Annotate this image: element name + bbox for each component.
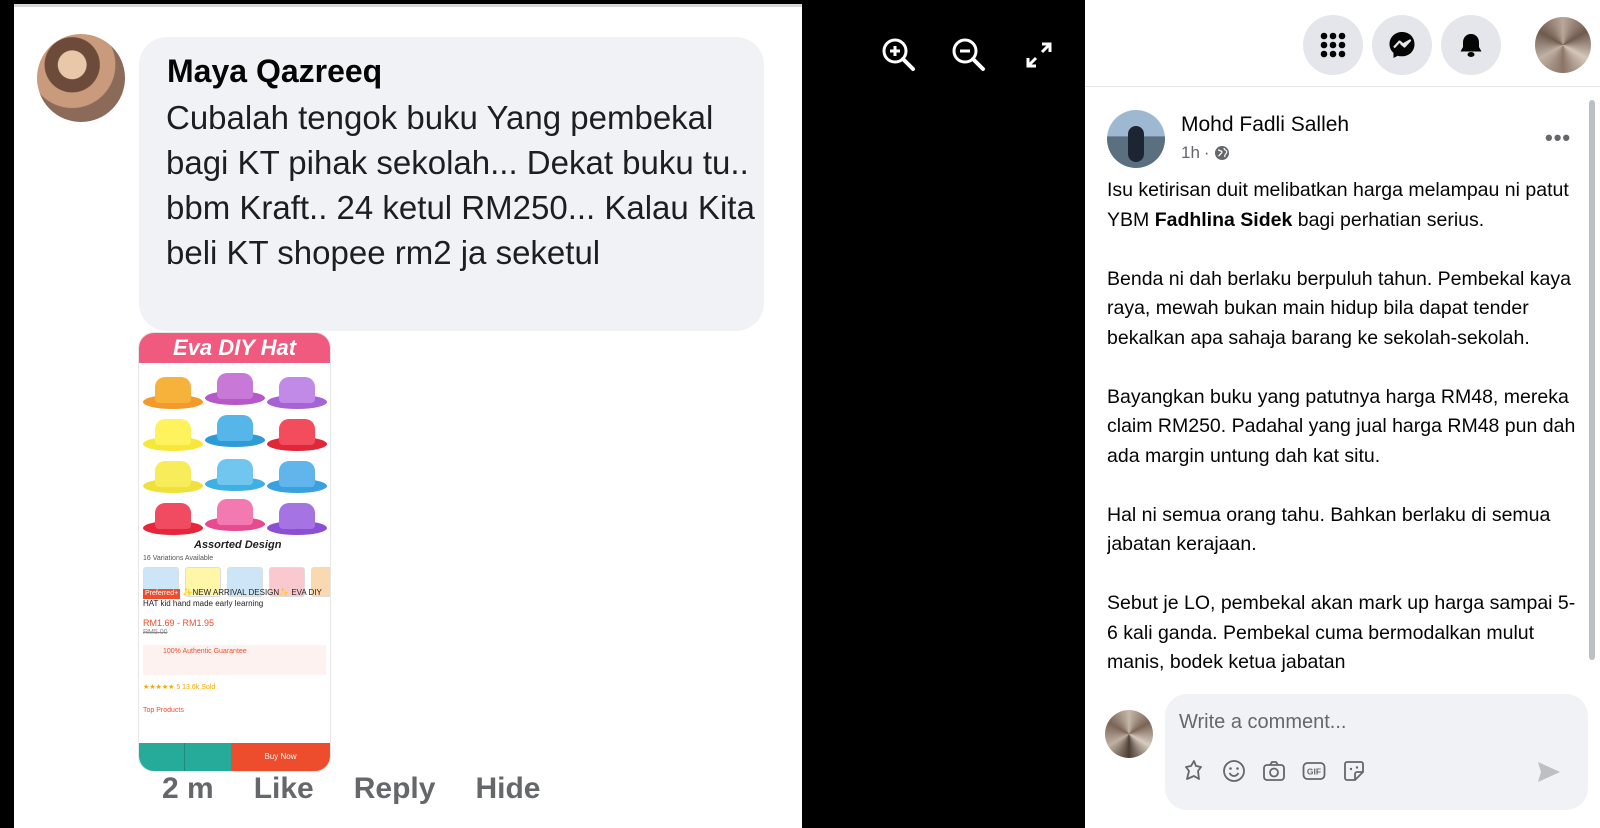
more-options-icon[interactable]: •••: [1545, 125, 1571, 151]
shot-variations: 16 Variations Available: [143, 555, 214, 562]
comment-bubble: Maya Qazreeq Cubalah tengok buku Yang pe…: [139, 37, 764, 331]
paragraph-text: bagi perhatian serius.: [1292, 208, 1485, 231]
hat-image: [205, 409, 265, 447]
messenger-icon: [1389, 32, 1415, 58]
hat-image: [205, 367, 265, 405]
camera-icon[interactable]: [1261, 758, 1287, 784]
shot-guarantee: 100% Authentic Guarantee: [143, 645, 326, 675]
reply-link: Reply: [353, 772, 436, 805]
post-meta: 1h ·: [1181, 143, 1230, 163]
hat-image: [205, 453, 265, 491]
current-user-avatar: [1105, 710, 1153, 758]
photo-top-edge: [14, 4, 802, 7]
svg-text:GIF: GIF: [1307, 767, 1321, 777]
hat-image: [143, 455, 203, 493]
comment-composer: GIF: [1165, 694, 1588, 810]
photo: Maya Qazreeq Cubalah tengok buku Yang pe…: [14, 4, 802, 828]
shot-top-products: Top Products: [143, 707, 184, 714]
hat-image: [267, 497, 327, 535]
comment-time: 2 m: [162, 772, 214, 805]
preferred-tag: Preferred+: [143, 589, 181, 599]
shot-banner: Eva DIY Hat: [139, 333, 330, 363]
post-time[interactable]: 1h: [1181, 143, 1200, 163]
bell-icon: [1460, 34, 1482, 57]
header-divider: [1085, 86, 1600, 87]
avatar-sticker-icon[interactable]: [1181, 758, 1207, 784]
like-link: Like: [253, 772, 314, 805]
add-to-cart-button: [185, 743, 231, 771]
post-paragraph: Isu ketirisan duit melibatkan harga mela…: [1107, 176, 1577, 235]
hat-image: [143, 497, 203, 535]
shot-product-title: Preferred+ ✨NEW ARRIVAL DESIGN✨ EVA DIY …: [143, 588, 323, 609]
globe-icon: [1214, 146, 1229, 160]
tagged-name[interactable]: Fadhlina Sidek: [1155, 209, 1293, 231]
messenger-button[interactable]: [1372, 15, 1432, 75]
shopee-screenshot: Eva DIY Hat Assorted Design 16 Variation…: [138, 332, 331, 772]
scrollbar[interactable]: [1589, 90, 1597, 690]
shot-footer: Buy Now: [139, 743, 330, 771]
post-author-avatar[interactable]: [1107, 110, 1165, 168]
hat-collage: Assorted Design: [139, 363, 330, 553]
buy-now-button: Buy Now: [231, 743, 330, 771]
account-avatar[interactable]: [1535, 17, 1591, 73]
hat-image: [143, 371, 203, 409]
hat-image: [267, 413, 327, 451]
hat-image: [205, 493, 265, 531]
commenter-avatar: [37, 34, 125, 122]
gif-icon[interactable]: GIF: [1301, 758, 1327, 784]
fullscreen-icon[interactable]: [1020, 36, 1058, 74]
post-paragraph: Benda ni dah berlaku berpuluh tahun. Pem…: [1107, 267, 1571, 349]
hat-image: [267, 455, 327, 493]
post-panel: Mohd Fadli Salleh 1h · ••• Isu ketirisan…: [1085, 0, 1600, 828]
scrollbar-thumb[interactable]: [1589, 100, 1595, 660]
grid-menu-icon: [1320, 32, 1346, 58]
shot-price: RM1.69 - RM1.95: [143, 618, 215, 628]
meta-dot: ·: [1203, 143, 1210, 162]
comment-author: Maya Qazreeq: [167, 53, 383, 89]
comment-text: Cubalah tengok buku Yang pembekal bagi K…: [166, 99, 755, 271]
comment-actions: 2 m Like Reply Hide: [162, 772, 540, 806]
viewer-controls: [880, 36, 1058, 74]
post-paragraph: Sebut je LO, pembekal akan mark up harga…: [1107, 592, 1576, 673]
send-icon[interactable]: [1535, 758, 1563, 786]
post-paragraph: Hal ni semua orang tahu. Bahkan berlaku …: [1107, 503, 1551, 556]
hat-image: [143, 413, 203, 451]
post-body: Isu ketirisan duit melibatkan harga mela…: [1107, 176, 1577, 691]
emoji-icon[interactable]: [1221, 758, 1247, 784]
shot-rating: ★★★★★ 5 13.6k Sold: [143, 684, 216, 691]
notifications-button[interactable]: [1441, 15, 1501, 75]
hide-link: Hide: [475, 772, 541, 805]
comment-input[interactable]: [1179, 706, 1559, 738]
zoom-out-icon[interactable]: [950, 36, 988, 74]
sticker-icon[interactable]: [1341, 758, 1367, 784]
post-paragraph: Bayangkan buku yang patutnya harga RM48,…: [1107, 385, 1576, 467]
shot-old-price: RM5.00: [143, 629, 168, 636]
hats-caption: Assorted Design: [194, 539, 282, 551]
zoom-in-icon[interactable]: [880, 36, 918, 74]
hat-image: [267, 371, 327, 409]
post-author-name[interactable]: Mohd Fadli Salleh: [1181, 113, 1349, 137]
photo-viewer: Maya Qazreeq Cubalah tengok buku Yang pe…: [0, 0, 1085, 828]
menu-button[interactable]: [1303, 15, 1363, 75]
chat-now-button: [139, 743, 185, 771]
